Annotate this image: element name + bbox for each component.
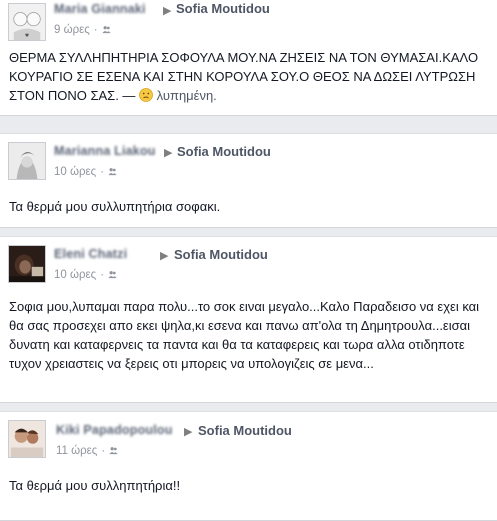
- post-2: Marianna Liakou ▶ Sofia Moutidou 10 ώρες…: [0, 133, 497, 228]
- profile-picture-icon: [9, 246, 45, 282]
- right-triangle-icon: ▶: [164, 147, 173, 159]
- post-text: ΘΕΡΜΑ ΣΥΛΛΗΠΗΤΗΡΙΑ ΣΟΦΟΥΛΑ ΜΟΥ.ΝΑ ΖΗΣΕΙΣ…: [9, 50, 479, 103]
- profile-picture-icon: ♥: [9, 4, 45, 40]
- avatar[interactable]: [8, 245, 46, 283]
- svg-text:♥: ♥: [25, 33, 29, 39]
- avatar[interactable]: ♥: [8, 3, 46, 41]
- friends-icon[interactable]: [109, 446, 118, 455]
- post-text: Τα θερμά μου συλλυπητήρια σοφακι.: [9, 199, 221, 214]
- avatar[interactable]: [8, 142, 46, 180]
- post-meta: 10 ώρες ·: [54, 166, 117, 178]
- post-target[interactable]: Sofia Moutidou: [174, 247, 268, 262]
- post-meta: 10 ώρες ·: [54, 269, 117, 281]
- post-meta: 9 ώρες ·: [54, 24, 111, 36]
- post-4: Kiki Papadopoulou ▶ Sofia Moutidou 11 ώρ…: [0, 411, 497, 521]
- feeling-label[interactable]: λυπημένη.: [157, 88, 217, 103]
- post-author[interactable]: Maria Giannaki: [54, 2, 146, 16]
- profile-picture-icon: [9, 421, 45, 457]
- post-3: Eleni Chatzi ▶ Sofia Moutidou 10 ώρες · Σ…: [0, 236, 497, 403]
- post-author[interactable]: Eleni Chatzi: [54, 247, 127, 261]
- post-1: ♥ Maria Giannaki ▶ Sofia Moutidou 9 ώρες…: [0, 0, 497, 116]
- post-author[interactable]: Marianna Liakou: [54, 144, 156, 158]
- right-triangle-icon: ▶: [163, 5, 172, 17]
- post-text: Τα θερμά μου συλληπητήρια!!: [9, 478, 181, 493]
- sad-face-icon: [139, 88, 153, 102]
- post-target[interactable]: Sofia Moutidou: [176, 1, 270, 16]
- post-target[interactable]: Sofia Moutidou: [177, 144, 271, 159]
- avatar[interactable]: [8, 420, 46, 458]
- post-time[interactable]: 10 ώρες: [54, 269, 96, 281]
- right-triangle-icon: ▶: [184, 426, 193, 438]
- post-time[interactable]: 11 ώρες: [56, 445, 97, 457]
- friends-icon[interactable]: [108, 167, 117, 176]
- friends-icon[interactable]: [108, 270, 117, 279]
- post-author[interactable]: Kiki Papadopoulou: [56, 423, 173, 437]
- post-target[interactable]: Sofia Moutidou: [198, 423, 292, 438]
- post-text: Σοφια μου,λυπαμαι παρα πολυ...το σοκ ειν…: [9, 299, 480, 371]
- profile-picture-icon: [9, 143, 45, 179]
- post-time[interactable]: 10 ώρες: [54, 166, 96, 178]
- post-time[interactable]: 9 ώρες: [54, 24, 90, 36]
- friends-icon[interactable]: [102, 25, 111, 34]
- right-triangle-icon: ▶: [160, 250, 169, 262]
- post-meta: 11 ώρες ·: [56, 445, 118, 457]
